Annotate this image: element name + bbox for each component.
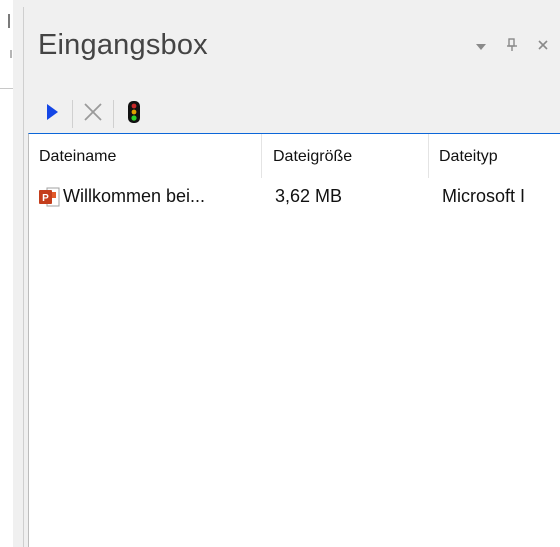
play-icon — [45, 103, 59, 126]
traffic-light-icon — [127, 100, 141, 129]
file-list: Dateiname Dateigröße Dateityp P Willkomm… — [28, 133, 560, 547]
left-side-strip — [0, 0, 13, 547]
file-size: 3,62 MB — [275, 186, 343, 206]
column-header-dateigroesse[interactable]: Dateigröße — [273, 148, 352, 166]
list-header: Dateiname Dateigröße Dateityp — [29, 134, 560, 178]
pane-title: Eingangsbox — [38, 29, 208, 61]
close-icon — [537, 38, 549, 56]
toolbar-separator — [72, 100, 73, 128]
chevron-down-icon — [475, 38, 487, 56]
left-separator-line — [0, 88, 13, 89]
left-divider-mark — [8, 14, 10, 28]
pin-button[interactable] — [504, 37, 520, 57]
left-divider-mark-small — [10, 50, 12, 58]
toolbar-separator — [113, 100, 114, 128]
column-divider[interactable] — [261, 134, 262, 178]
app-window: Eingangsbox Dateiname Dateigröße Dateity… — [0, 0, 560, 547]
column-header-dateiname[interactable]: Dateiname — [39, 148, 116, 166]
svg-text:P: P — [42, 193, 49, 204]
status-button[interactable] — [120, 98, 148, 130]
close-pane-button[interactable] — [535, 39, 551, 55]
file-name: Willkommen bei... — [63, 186, 206, 206]
pane-window-controls — [473, 37, 551, 57]
pin-icon — [506, 37, 518, 57]
column-divider[interactable] — [428, 134, 429, 178]
start-button[interactable] — [38, 98, 66, 130]
inbox-toolbar — [38, 94, 148, 134]
file-type: Microsoft I — [442, 186, 526, 206]
powerpoint-file-icon: P — [38, 187, 60, 212]
delete-button[interactable] — [79, 98, 107, 130]
dropdown-button[interactable] — [473, 39, 489, 55]
table-row[interactable]: P Willkommen bei... 3,62 MB Microsoft I — [29, 178, 560, 210]
column-header-dateityp[interactable]: Dateityp — [439, 148, 498, 166]
close-icon — [83, 102, 103, 127]
